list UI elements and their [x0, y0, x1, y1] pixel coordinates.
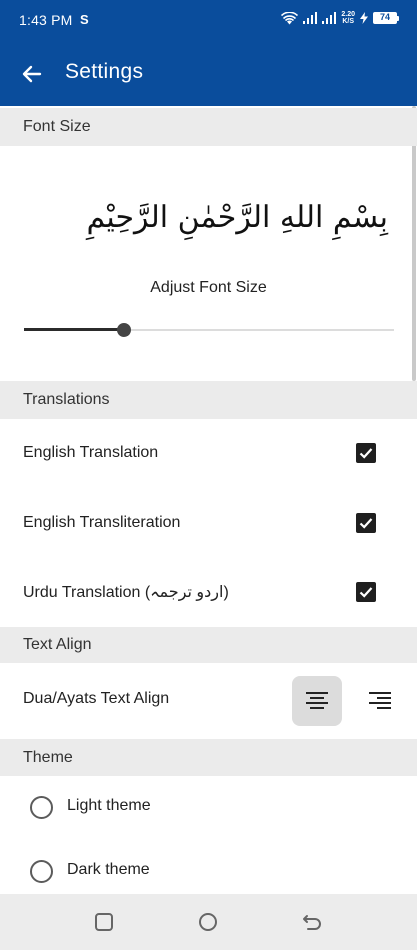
align-center-icon [306, 692, 328, 709]
status-icons: 2.20 K/S 74 [281, 11, 399, 25]
urdu-translation-checkbox[interactable] [356, 582, 376, 602]
light-theme-radio[interactable] [30, 796, 53, 819]
battery-icon: 74 [373, 12, 399, 24]
net-speed-value: 2.20 [341, 11, 355, 18]
dark-theme-option[interactable]: Dark theme [0, 851, 417, 891]
english-translation-checkbox[interactable] [356, 443, 376, 463]
signal-icon [303, 12, 318, 24]
align-right-icon [369, 692, 391, 709]
check-icon [359, 587, 373, 598]
row-english-translation[interactable]: English Translation [0, 428, 417, 478]
urdu-translation-label: Urdu Translation (اردو ترجمہ) [23, 584, 229, 601]
text-align-label: Dua/Ayats Text Align [23, 690, 170, 707]
english-translation-label: English Translation [23, 444, 159, 461]
light-theme-option[interactable]: Light theme [0, 787, 417, 827]
section-header-translations: Translations [0, 381, 417, 419]
align-center-button[interactable] [292, 676, 342, 726]
wifi-icon [281, 11, 299, 24]
charging-icon [360, 12, 368, 24]
light-theme-label: Light theme [67, 797, 151, 814]
slider-thumb[interactable] [116, 323, 131, 337]
back-nav-icon[interactable] [301, 911, 323, 933]
check-icon [359, 518, 373, 529]
english-transliteration-checkbox[interactable] [356, 513, 376, 533]
net-speed: 2.20 K/S [341, 11, 355, 25]
dark-theme-label: Dark theme [67, 861, 150, 878]
scrollbar[interactable] [412, 106, 416, 381]
row-english-transliteration[interactable]: English Transliteration [0, 498, 417, 548]
align-right-button[interactable] [355, 676, 405, 726]
font-size-slider[interactable] [24, 322, 394, 338]
recent-apps-icon[interactable] [93, 911, 115, 933]
font-preview-text: بِسْمِ اللهِ الرَّحْمٰنِ الرَّحِيْمِ [86, 200, 388, 235]
row-urdu-translation[interactable]: Urdu Translation (اردو ترجمہ) [0, 567, 417, 617]
dark-theme-radio[interactable] [30, 860, 53, 883]
app-bar: Settings [0, 42, 417, 106]
section-header-text-align: Text Align [0, 627, 417, 663]
net-speed-unit: K/S [342, 18, 355, 25]
notification-icon: S [80, 12, 89, 27]
section-header-theme: Theme [0, 739, 417, 776]
english-transliteration-label: English Transliteration [23, 514, 181, 531]
status-time: 1:43 PM [19, 12, 73, 28]
system-nav-bar [0, 894, 417, 950]
adjust-font-size-label: Adjust Font Size [150, 279, 267, 296]
back-arrow-icon[interactable] [20, 62, 44, 86]
section-header-font-size: Font Size [0, 108, 417, 146]
status-bar: 1:43 PM S 2.20 K/S 74 [0, 0, 417, 42]
page-title: Settings [65, 60, 144, 83]
signal-icon [322, 12, 337, 24]
check-icon [359, 448, 373, 459]
battery-level: 74 [373, 12, 397, 24]
home-icon[interactable] [197, 911, 219, 933]
